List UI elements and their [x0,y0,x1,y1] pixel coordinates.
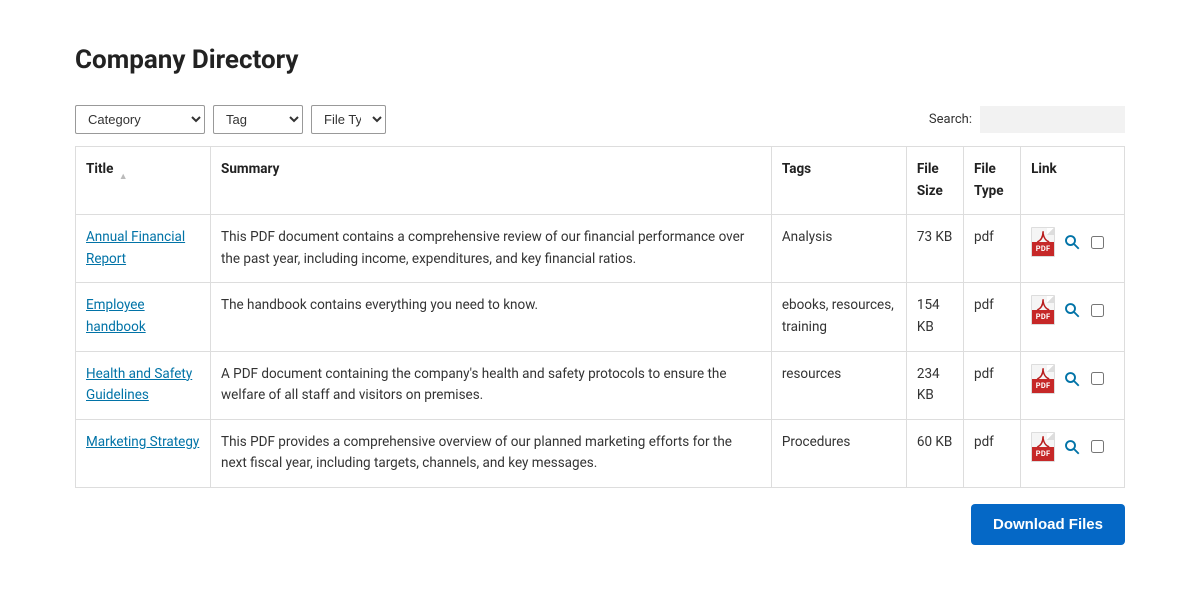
search-area: Search: [929,106,1125,133]
column-header-tags[interactable]: Tags [771,147,906,215]
file-type-cell: pdf [963,419,1020,487]
tags-cell: resources [771,351,906,419]
download-files-button[interactable]: Download Files [971,504,1125,545]
summary-cell: A PDF document containing the company's … [211,351,772,419]
filetype-filter[interactable]: File Ty... [311,105,386,134]
tags-cell: ebooks, resources, training [771,283,906,351]
page-title: Company Directory [75,45,1125,75]
file-size-cell: 234 KB [906,351,963,419]
document-title-link[interactable]: Annual Financial Report [86,229,185,267]
column-header-file-type[interactable]: File Type [963,147,1020,215]
tag-filter[interactable]: Tag [213,105,303,134]
file-type-cell: pdf [963,283,1020,351]
summary-cell: This PDF provides a comprehensive overvi… [211,419,772,487]
controls-row: Category Tag File Ty... Search: [75,105,1125,134]
table-row: Annual Financial Report This PDF document… [76,215,1125,283]
document-table: Title ▲ Summary Tags File Size File Type… [75,146,1125,488]
summary-cell: The handbook contains everything you nee… [211,283,772,351]
tags-cell: Analysis [771,215,906,283]
tags-cell: Procedures [771,419,906,487]
link-cell: 人PDF [1031,295,1114,325]
document-title-link[interactable]: Health and Safety Guidelines [86,366,192,404]
column-header-link[interactable]: Link [1021,147,1125,215]
file-size-cell: 154 KB [906,283,963,351]
file-size-cell: 60 KB [906,419,963,487]
file-type-cell: pdf [963,351,1020,419]
table-row: Employee handbook The handbook contains e… [76,283,1125,351]
row-checkbox[interactable] [1091,236,1104,249]
table-row: Health and Safety Guidelines A PDF docume… [76,351,1125,419]
column-header-file-size[interactable]: File Size [906,147,963,215]
column-header-title[interactable]: Title ▲ [76,147,211,215]
document-title-link[interactable]: Marketing Strategy [86,434,199,450]
pdf-icon[interactable]: 人PDF [1031,432,1055,462]
search-input[interactable] [980,106,1125,133]
pdf-icon[interactable]: 人PDF [1031,364,1055,394]
search-label: Search: [929,112,972,127]
sort-arrow-icon: ▲ [119,170,128,184]
link-cell: 人PDF [1031,432,1114,462]
category-filter[interactable]: Category [75,105,205,134]
pdf-icon[interactable]: 人PDF [1031,227,1055,257]
pdf-icon[interactable]: 人PDF [1031,295,1055,325]
table-header-row: Title ▲ Summary Tags File Size File Type… [76,147,1125,215]
file-type-cell: pdf [963,215,1020,283]
preview-icon[interactable] [1063,301,1081,319]
download-row: Download Files [75,504,1125,545]
row-checkbox[interactable] [1091,304,1104,317]
preview-icon[interactable] [1063,370,1081,388]
file-size-cell: 73 KB [906,215,963,283]
preview-icon[interactable] [1063,438,1081,456]
link-cell: 人PDF [1031,227,1114,257]
column-header-summary[interactable]: Summary [211,147,772,215]
filters: Category Tag File Ty... [75,105,386,134]
table-row: Marketing Strategy This PDF provides a co… [76,419,1125,487]
document-title-link[interactable]: Employee handbook [86,297,146,335]
row-checkbox[interactable] [1091,440,1104,453]
preview-icon[interactable] [1063,233,1081,251]
summary-cell: This PDF document contains a comprehensi… [211,215,772,283]
link-cell: 人PDF [1031,364,1114,394]
row-checkbox[interactable] [1091,372,1104,385]
